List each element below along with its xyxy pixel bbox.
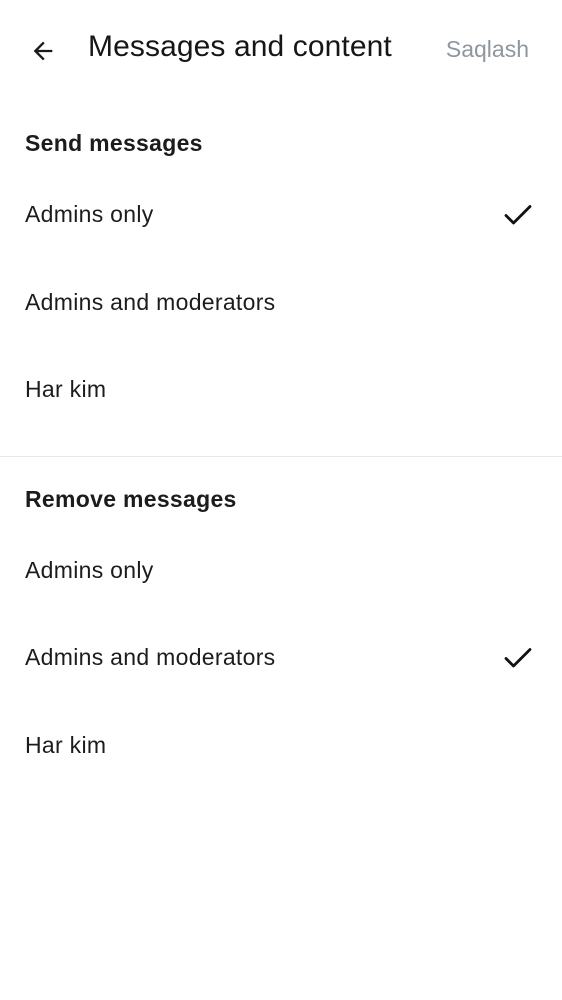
option-label: Har kim xyxy=(25,731,107,758)
checkmark-icon xyxy=(504,647,532,668)
option-everyone[interactable]: Har kim xyxy=(0,346,562,434)
option-label: Har kim xyxy=(25,376,107,403)
send-messages-section: Send messages Admins only Admins and mod… xyxy=(0,100,562,434)
option-label: Admins only xyxy=(25,201,154,228)
option-label: Admins and moderators xyxy=(25,288,276,315)
section-heading: Send messages xyxy=(25,130,203,156)
option-admins-and-moderators[interactable]: Admins and moderators xyxy=(0,259,562,347)
option-admins-only[interactable]: Admins only xyxy=(0,171,562,259)
remove-messages-section: Remove messages Admins only Admins and m… xyxy=(0,457,562,790)
top-app-bar: Messages and content Saqlash xyxy=(0,0,562,100)
save-button[interactable]: Saqlash xyxy=(446,36,529,63)
checkmark-icon xyxy=(504,204,532,225)
option-label: Admins and moderators xyxy=(25,644,276,671)
arrow-left-icon xyxy=(33,41,53,61)
section-heading: Remove messages xyxy=(25,485,237,512)
option-admins-and-moderators[interactable]: Admins and moderators xyxy=(0,614,562,702)
back-button[interactable] xyxy=(26,34,60,68)
option-admins-only[interactable]: Admins only xyxy=(0,527,562,615)
option-everyone[interactable]: Har kim xyxy=(0,702,562,790)
option-label: Admins only xyxy=(25,556,154,583)
page-title: Messages and content xyxy=(88,30,392,63)
